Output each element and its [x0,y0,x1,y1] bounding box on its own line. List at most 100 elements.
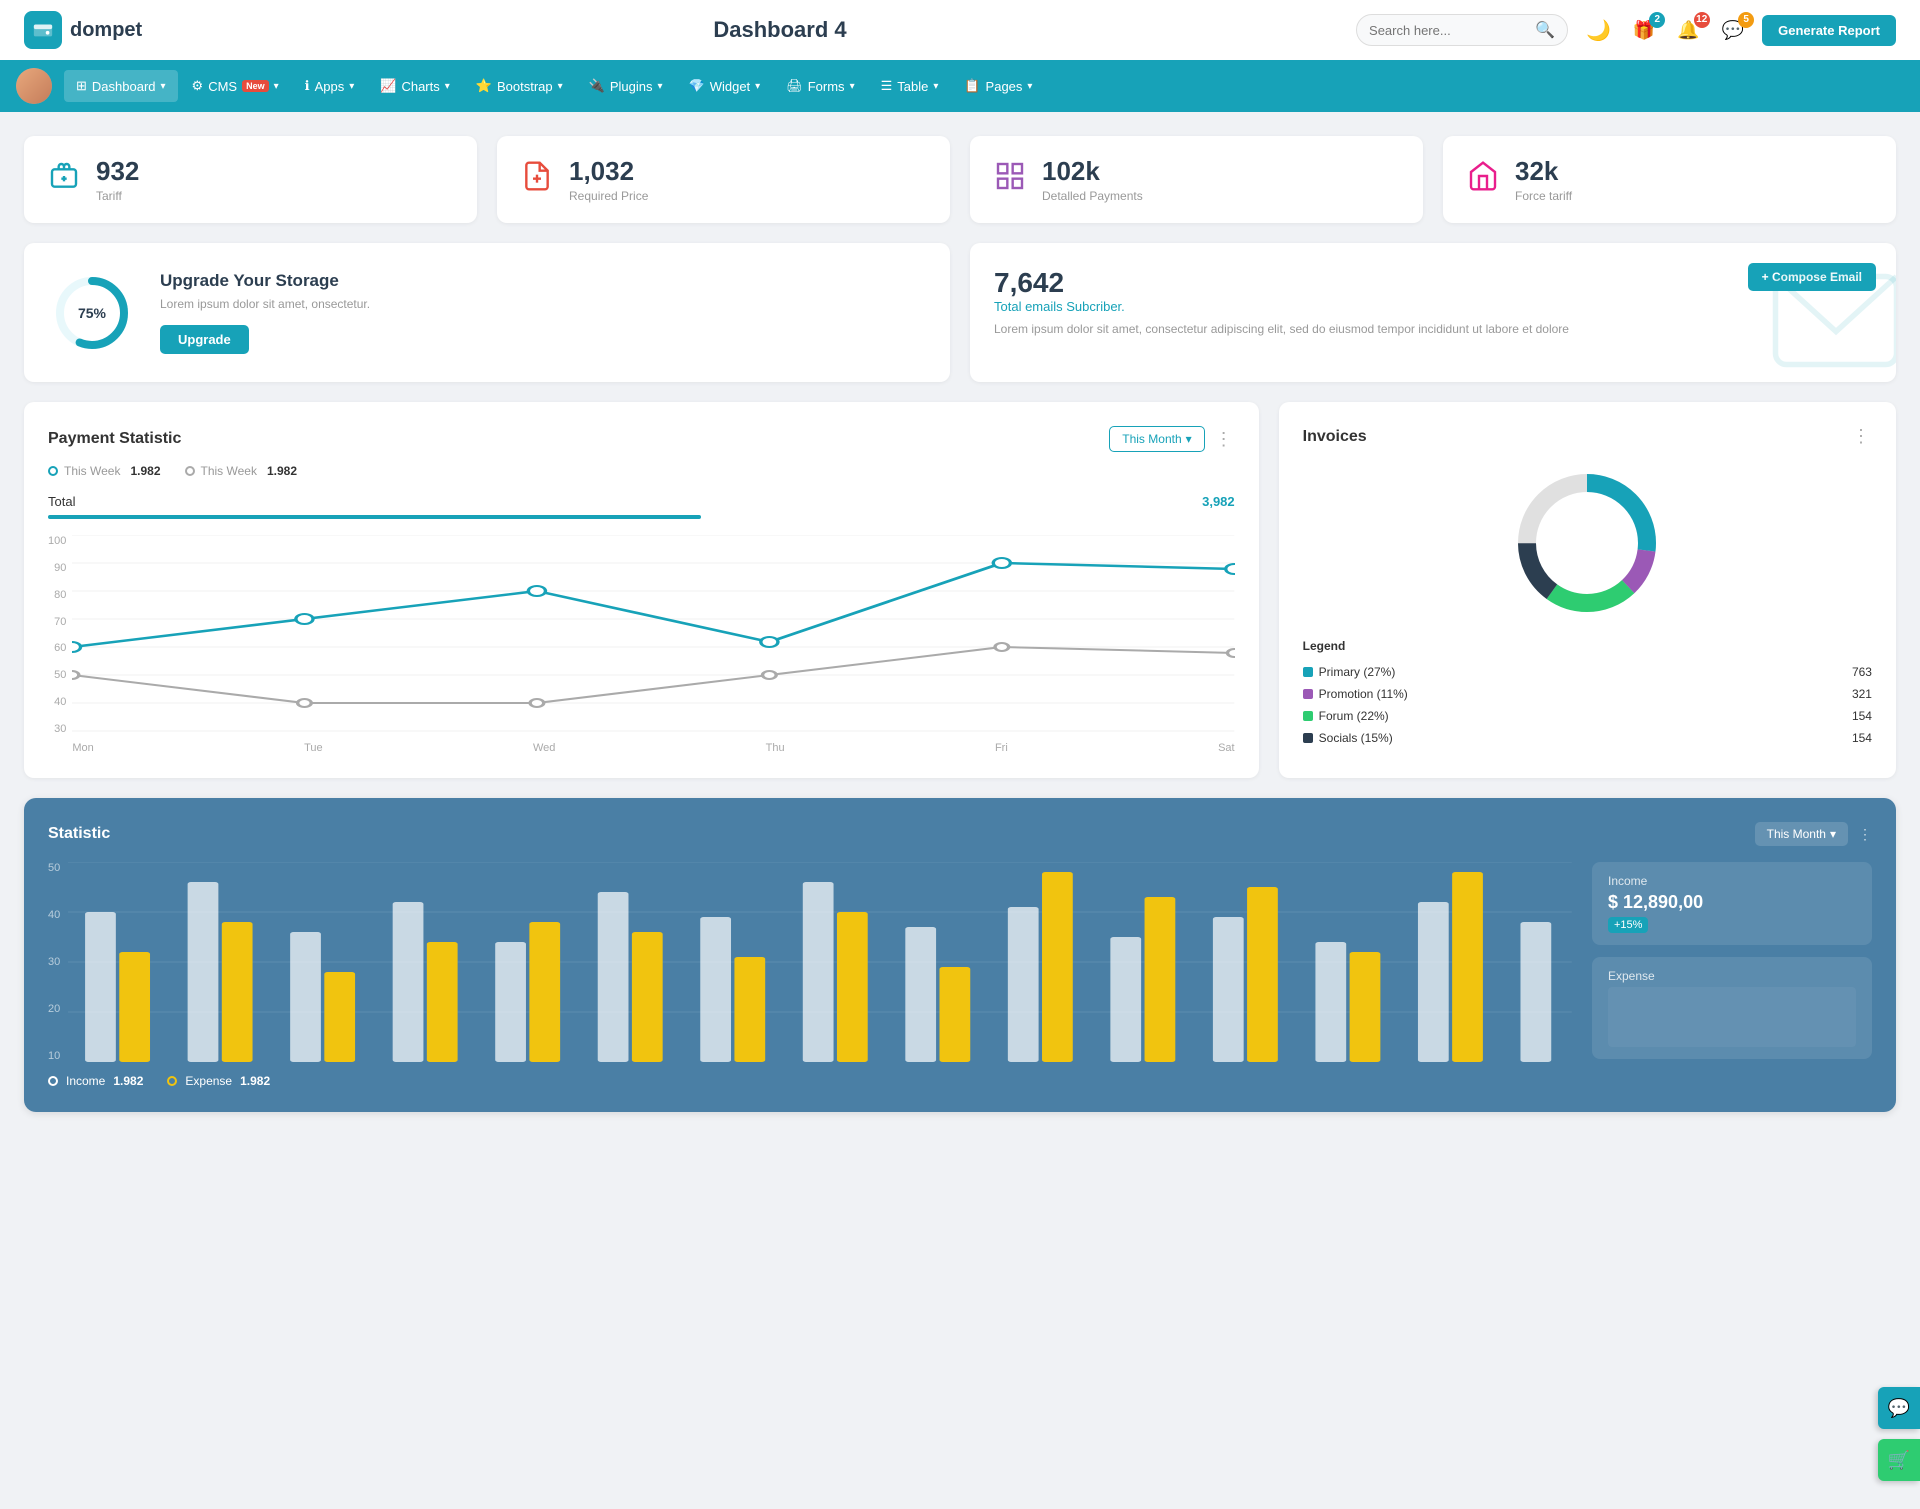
nav-item-plugins[interactable]: 🔌 Plugins ▾ [577,70,675,102]
bar-chart-bars: 5040302010 [48,862,1572,1062]
chat-icon[interactable]: 💬 5 [1718,16,1748,45]
logo-icon [24,11,62,49]
legend-value-1: 1.982 [130,464,160,478]
bar-chart-section: 5040302010 [48,862,1572,1088]
legend-row-primary: Primary (27%) 763 [1303,661,1872,683]
nav-apps-arrow: ▾ [349,81,354,92]
stat-card-required-price: 1,032 Required Price [497,136,950,223]
cms-new-badge: New [242,80,269,92]
invoices-card: Invoices ⋮ Leg [1279,402,1896,778]
email-count: 7,642 [994,267,1872,299]
logo-area: dompet [24,11,204,49]
nav-table-arrow: ▾ [933,81,938,92]
statistic-legend-row: Income 1.982 Expense 1.982 [48,1074,1572,1088]
invoices-title: Invoices [1303,428,1367,446]
nav-plugins-arrow: ▾ [657,81,662,92]
bar-chart-svg [68,862,1572,1062]
nav-item-table-label: Table [897,79,928,94]
legend-label-1: This Week [64,464,120,478]
total-progress-bar [48,515,701,519]
generate-report-button[interactable]: Generate Report [1762,15,1896,46]
payment-title: Payment Statistic [48,430,181,448]
legend-row-socials: Socials (15%) 154 [1303,727,1872,749]
legend-label-2: This Week [201,464,257,478]
nav-widget-arrow: ▾ [755,81,760,92]
upgrade-button[interactable]: Upgrade [160,325,249,354]
storage-desc: Lorem ipsum dolor sit amet, onsectetur. [160,297,370,311]
y-labels: 10090807060504030 [48,535,72,735]
email-desc: Lorem ipsum dolor sit amet, consectetur … [994,322,1609,336]
force-tariff-value: 32k [1515,156,1572,187]
email-subtitle: Total emails Subcriber. [994,299,1872,314]
stat-filter-arrow-icon: ▾ [1830,827,1836,841]
header-right: 🔍 🌙 🎁 2 🔔 12 💬 5 Generate Report [1356,14,1896,47]
invoices-menu-icon[interactable]: ⋮ [1852,426,1872,447]
nav-item-forms[interactable]: 🖨 Forms ▾ [774,70,866,102]
nav-pages-arrow: ▾ [1027,81,1032,92]
statistic-header: Statistic This Month ▾ ⋮ [48,822,1872,846]
legend-item-this-week-2: This Week 1.982 [185,464,298,478]
nav-bootstrap-arrow: ▾ [558,81,563,92]
nav-item-forms-label: Forms [808,79,845,94]
expense-legend-label: Expense [185,1074,232,1088]
gift-icon[interactable]: 🎁 2 [1629,16,1659,45]
nav-cms-arrow: ▾ [274,81,279,92]
nav-item-widget[interactable]: 💎 Widget ▾ [677,70,773,102]
legend-item-this-week-1: This Week 1.982 [48,464,161,478]
nav-item-apps[interactable]: ℹ Apps ▾ [293,70,367,102]
nav-item-pages[interactable]: 📋 Pages ▾ [952,70,1044,102]
statistic-title: Statistic [48,825,110,843]
cart-float-button[interactable]: 🛒 [1878,1439,1920,1481]
tariff-value: 932 [96,156,139,187]
nav-bar: ⊞ Dashboard ▾ ⚙ CMS New ▾ ℹ Apps ▾ 📈 Cha… [0,60,1920,112]
nav-item-charts-label: Charts [401,79,439,94]
storage-title: Upgrade Your Storage [160,271,370,291]
nav-item-bootstrap-label: Bootstrap [497,79,553,94]
tariff-icon [48,160,80,199]
storage-donut: 75% [52,273,132,353]
nav-item-charts[interactable]: 📈 Charts ▾ [368,70,462,102]
dark-mode-icon[interactable]: 🌙 [1582,14,1615,47]
payment-menu-icon[interactable]: ⋮ [1215,429,1235,450]
invoices-donut-wrap [1303,463,1872,623]
payment-total-row: Total 3,982 [48,494,1235,509]
statistic-filter-button[interactable]: This Month ▾ [1755,822,1848,846]
nav-item-table[interactable]: ☰ Table ▾ [869,70,951,102]
chart-row: Payment Statistic This Month ▾ ⋮ This We… [24,402,1896,778]
bell-badge: 12 [1694,12,1710,28]
line-chart-container: 10090807060504030 [48,535,1235,754]
chart-x-labels: MonTueWedThuFriSat [72,742,1234,754]
required-price-icon [521,160,553,199]
nav-item-bootstrap[interactable]: ⭐ Bootstrap ▾ [464,70,575,102]
storage-card: 75% Upgrade Your Storage Lorem ipsum dol… [24,243,950,382]
chat-float-button[interactable]: 💬 [1878,1387,1920,1429]
stat-card-tariff: 932 Tariff [24,136,477,223]
income-expense-panel: Income $ 12,890,00 +15% Expense [1592,862,1872,1088]
payment-filter-button[interactable]: This Month ▾ [1109,426,1204,452]
top-header: dompet Dashboard 4 🔍 🌙 🎁 2 🔔 12 💬 5 Gene… [0,0,1920,60]
statistic-menu-icon[interactable]: ⋮ [1858,826,1872,843]
email-bg-icon [1766,260,1896,382]
stat-legend-expense: Expense 1.982 [167,1074,270,1088]
bell-icon[interactable]: 🔔 12 [1673,16,1703,45]
invoices-legend: Legend Primary (27%) 763 Promotion (11%)… [1303,639,1872,749]
payment-filter-label: This Month [1122,432,1181,446]
nav-item-dashboard[interactable]: ⊞ Dashboard ▾ [64,70,178,102]
tariff-label: Tariff [96,189,139,203]
payment-header: Payment Statistic This Month ▾ ⋮ [48,426,1235,452]
nav-items: ⊞ Dashboard ▾ ⚙ CMS New ▾ ℹ Apps ▾ 📈 Cha… [64,70,1044,102]
nav-item-apps-label: Apps [315,79,345,94]
page-title: Dashboard 4 [204,17,1356,43]
search-input[interactable] [1369,23,1529,38]
nav-forms-arrow: ▾ [850,81,855,92]
legend-row-promotion: Promotion (11%) 321 [1303,683,1872,705]
second-row: 75% Upgrade Your Storage Lorem ipsum dol… [24,243,1896,382]
required-price-label: Required Price [569,189,648,203]
income-change-badge: +15% [1608,917,1648,933]
force-tariff-icon [1467,160,1499,199]
stat-legend-income: Income 1.982 [48,1074,143,1088]
total-label: Total [48,494,75,509]
force-tariff-label: Force tariff [1515,189,1572,203]
nav-item-cms[interactable]: ⚙ CMS New ▾ [180,70,291,102]
search-box[interactable]: 🔍 [1356,14,1568,46]
